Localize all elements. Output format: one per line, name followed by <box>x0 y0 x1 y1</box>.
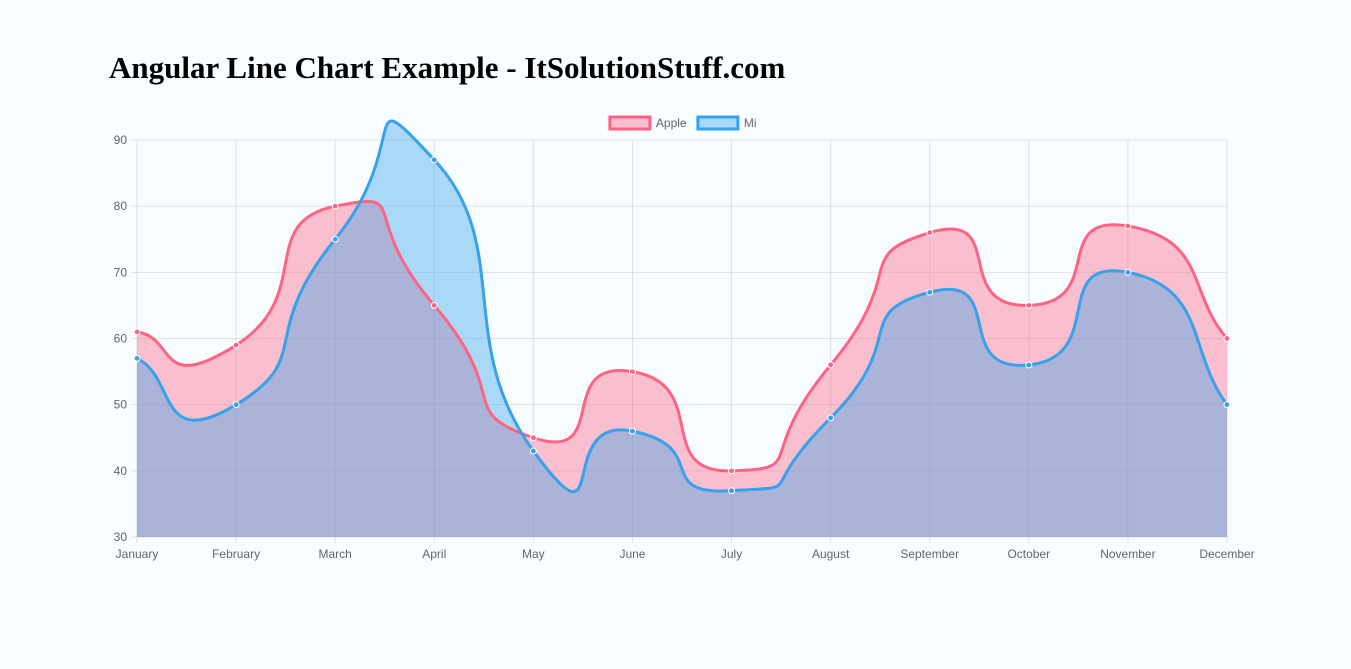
x-tick-label: May <box>522 547 545 561</box>
x-tick-label: January <box>116 547 159 561</box>
apple-data-point-core <box>1224 336 1230 341</box>
apple-data-point-core <box>1026 303 1032 308</box>
mi-data-point-core <box>1224 402 1230 407</box>
apple-data-point-core <box>332 203 338 209</box>
x-tick-label: July <box>721 547 742 561</box>
mi-data-point-core <box>134 356 140 361</box>
mi-data-point-core <box>531 448 536 454</box>
y-tick-label: 80 <box>114 199 128 213</box>
chart-legend[interactable]: Apple Mi <box>608 115 757 131</box>
y-tick-label: 40 <box>114 464 128 478</box>
line-chart: 30 40 50 60 70 80 90 January February March April… <box>114 115 1255 561</box>
y-tick-label: 50 <box>114 398 128 412</box>
apple-data-point-core <box>1125 223 1131 229</box>
apple-data-point-core <box>134 329 140 335</box>
y-tick-label: 70 <box>114 265 128 279</box>
x-tick-label: August <box>812 547 850 561</box>
y-axis-ticks: 30 40 50 60 70 80 90 <box>114 133 128 544</box>
y-tick-label: 30 <box>114 530 128 544</box>
x-tick-label: November <box>1100 547 1155 561</box>
apple-data-point-core <box>828 362 833 368</box>
legend-label: Apple <box>656 116 687 130</box>
x-axis-ticks: January February March April May June July Augu… <box>116 547 1255 561</box>
x-tick-label: February <box>212 547 260 561</box>
legend-item-mi[interactable]: Mi <box>696 115 757 131</box>
x-tick-label: June <box>619 547 645 561</box>
x-tick-label: March <box>319 547 352 561</box>
apple-data-point-core <box>233 342 239 348</box>
mi-data-point-core <box>432 157 437 163</box>
legend-swatch <box>696 115 740 131</box>
mi-data-point-core <box>927 289 932 295</box>
legend-label: Mi <box>744 116 757 130</box>
x-tick-label: April <box>422 547 446 561</box>
apple-data-point-core <box>531 435 536 440</box>
y-tick-label: 90 <box>114 133 128 147</box>
legend-swatch <box>608 115 652 131</box>
legend-item-apple[interactable]: Apple <box>608 115 687 131</box>
apple-data-point-core <box>729 468 734 474</box>
apple-data-point-core <box>432 303 437 308</box>
series-fills <box>137 120 1227 538</box>
x-tick-label: September <box>900 547 959 561</box>
mi-data-point-core <box>1026 362 1032 368</box>
mi-data-point-core <box>233 402 239 407</box>
x-tick-label: December <box>1199 547 1254 561</box>
x-tick-label: October <box>1007 547 1050 561</box>
apple-data-point-core <box>927 230 932 235</box>
mi-data-point-core <box>729 488 734 493</box>
mi-data-point-core <box>828 415 833 421</box>
y-tick-label: 60 <box>114 332 128 346</box>
apple-data-point-core <box>630 369 635 374</box>
mi-data-point-core <box>1125 270 1131 275</box>
mi-data-point-core <box>630 428 635 434</box>
mi-data-point-core <box>332 237 338 242</box>
